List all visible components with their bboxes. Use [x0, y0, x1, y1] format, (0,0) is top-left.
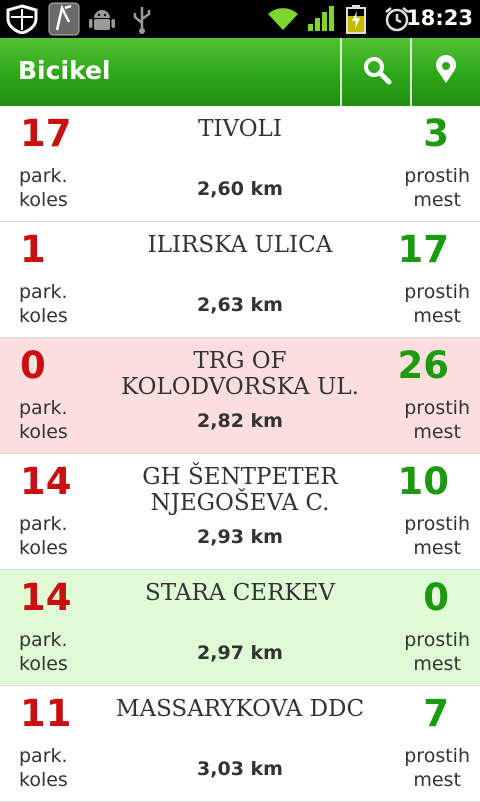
- bikes-label: park. koles: [19, 165, 68, 211]
- battery-charging-icon: [345, 4, 367, 38]
- free-spots-label: prostih mest: [404, 165, 470, 211]
- station-list: 17 park. koles TIVOLI 2,60 km 3 prostih me…: [0, 106, 480, 802]
- station-distance: 2,97 km: [197, 642, 283, 664]
- android-icon: [88, 6, 116, 38]
- signal-icon: [307, 6, 335, 36]
- bikes-count: 1: [20, 228, 46, 271]
- station-distance: 3,03 km: [197, 758, 283, 780]
- station-row[interactable]: 14 park. koles GH ŠENTPETER NJEGOŠEVA C. …: [0, 454, 480, 570]
- bikes-label: park. koles: [19, 513, 68, 559]
- station-name: GH ŠENTPETER NJEGOŠEVA C.: [142, 464, 338, 516]
- free-spots-count: 3: [423, 112, 449, 155]
- station-distance: 2,82 km: [197, 410, 283, 432]
- station-row[interactable]: 0 park. koles TRG OF KOLODVORSKA UL. 2,82…: [0, 338, 480, 454]
- bikes-label: park. koles: [19, 397, 68, 443]
- bikes-label: park. koles: [19, 629, 68, 675]
- station-name: TRG OF KOLODVORSKA UL.: [121, 348, 359, 400]
- station-row[interactable]: 11 park. koles MASSARYKOVA DDC 3,03 km 7 …: [0, 686, 480, 802]
- free-spots-count: 10: [397, 460, 450, 503]
- usb-icon: [128, 5, 156, 39]
- free-spots-label: prostih mest: [404, 513, 470, 559]
- free-spots-label: prostih mest: [404, 745, 470, 791]
- station-row[interactable]: 17 park. koles TIVOLI 2,60 km 3 prostih me…: [0, 106, 480, 222]
- station-name: TIVOLI: [198, 116, 282, 142]
- free-spots-count: 26: [397, 344, 450, 387]
- bikes-count: 14: [20, 460, 72, 503]
- nfc-icon: [48, 2, 80, 40]
- search-icon: [362, 55, 392, 89]
- station-distance: 2,63 km: [197, 294, 283, 316]
- station-name: ILIRSKA ULICA: [147, 232, 333, 258]
- location-button[interactable]: [412, 38, 480, 106]
- status-bar: 18:23: [0, 0, 480, 38]
- free-spots-count: 7: [423, 692, 449, 735]
- bikes-count: 0: [20, 344, 46, 387]
- free-spots-label: prostih mest: [404, 281, 470, 327]
- bikes-label: park. koles: [19, 281, 68, 327]
- station-row[interactable]: 14 park. koles STARA CERKEV 2,97 km 0 pro…: [0, 570, 480, 686]
- station-name: STARA CERKEV: [145, 580, 335, 606]
- station-row[interactable]: 1 park. koles ILIRSKA ULICA 2,63 km 17 pr…: [0, 222, 480, 338]
- bikes-count: 11: [20, 692, 72, 735]
- bikes-label: park. koles: [19, 745, 68, 791]
- bikes-count: 14: [20, 576, 72, 619]
- station-distance: 2,93 km: [197, 526, 283, 548]
- search-button[interactable]: [342, 38, 412, 106]
- station-name: MASSARYKOVA DDC: [115, 696, 365, 722]
- location-icon: [434, 55, 458, 89]
- app-bar: Bicikel: [0, 38, 480, 106]
- free-spots-label: prostih mest: [404, 629, 470, 675]
- free-spots-label: prostih mest: [404, 397, 470, 443]
- shield-icon: [4, 4, 40, 38]
- app-title: Bicikel: [18, 56, 111, 85]
- wifi-icon: [266, 6, 300, 36]
- status-time: 18:23: [406, 6, 473, 30]
- station-distance: 2,60 km: [197, 178, 283, 200]
- free-spots-count: 0: [423, 576, 449, 619]
- free-spots-count: 17: [397, 228, 450, 271]
- bikes-count: 17: [20, 112, 72, 155]
